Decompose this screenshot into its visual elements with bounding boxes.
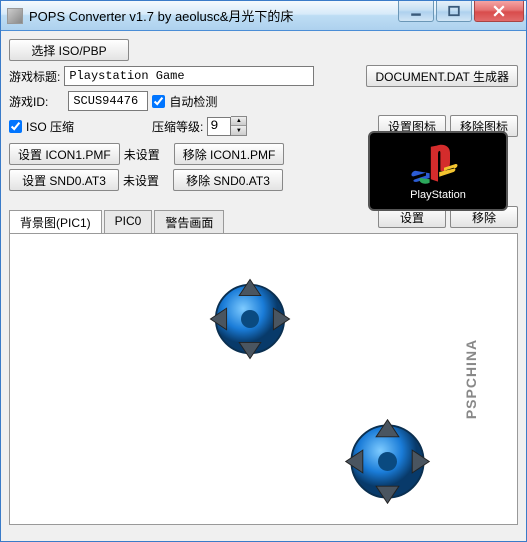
app-window: POPS Converter v1.7 by aeolusc&月光下的床 选择 … [0,0,527,542]
ps-logo-text: PlayStation [410,189,466,201]
auto-detect-label: 自动检测 [169,93,217,110]
watermark-text: PSPCHINA [463,339,479,419]
tab-strip: 背景图(PIC1) PIC0 警告画面 [9,210,226,234]
ps-logo-icon [408,142,468,187]
maximize-button[interactable] [436,1,472,22]
compress-level-input[interactable] [207,117,231,136]
titlebar: POPS Converter v1.7 by aeolusc&月光下的床 [1,1,526,31]
tab-pic1[interactable]: 背景图(PIC1) [9,210,102,234]
close-button[interactable] [474,1,524,22]
minimize-button[interactable] [398,1,434,22]
icon1-status: 未设置 [124,146,170,163]
spin-up-icon[interactable]: ▲ [231,117,246,126]
iso-compress-check-input[interactable] [9,120,22,133]
window-controls [396,1,524,30]
preview-area: PSPCHINA [9,233,518,525]
iso-compress-checkbox[interactable]: ISO 压缩 [9,118,74,135]
set-snd0-at3-button[interactable]: 设置 SND0.AT3 [9,169,119,191]
dpad-icon [205,274,295,364]
compress-level-label: 压缩等级: [152,118,203,135]
window-title: POPS Converter v1.7 by aeolusc&月光下的床 [29,6,396,25]
playstation-logo: PlayStation [368,131,508,211]
tab-pic0[interactable]: PIC0 [104,210,153,234]
remove-snd0-at3-button[interactable]: 移除 SND0.AT3 [173,169,283,191]
remove-icon1-pmf-button[interactable]: 移除 ICON1.PMF [174,143,285,165]
dpad-icon [340,414,435,509]
auto-detect-checkbox[interactable]: 自动检测 [152,93,217,110]
top-section: 选择 ISO/PBP 游戏标题: DOCUMENT.DAT 生成器 游戏ID: … [9,39,518,191]
spin-down-icon[interactable]: ▼ [231,126,246,135]
game-title-input[interactable] [64,66,314,86]
client-area: 选择 ISO/PBP 游戏标题: DOCUMENT.DAT 生成器 游戏ID: … [1,31,526,541]
snd0-status: 未设置 [123,172,169,189]
iso-compress-label: ISO 压缩 [26,118,74,135]
compress-level-spinner[interactable]: ▲ ▼ [207,116,247,136]
auto-detect-check-input[interactable] [152,95,165,108]
select-iso-pbp-button[interactable]: 选择 ISO/PBP [9,39,129,61]
tab-warning[interactable]: 警告画面 [154,210,224,234]
app-icon [7,8,23,24]
game-title-label: 游戏标题: [9,68,60,85]
set-icon1-pmf-button[interactable]: 设置 ICON1.PMF [9,143,120,165]
game-id-label: 游戏ID: [9,93,48,110]
game-id-input[interactable] [68,91,148,111]
document-dat-button[interactable]: DOCUMENT.DAT 生成器 [366,65,518,87]
